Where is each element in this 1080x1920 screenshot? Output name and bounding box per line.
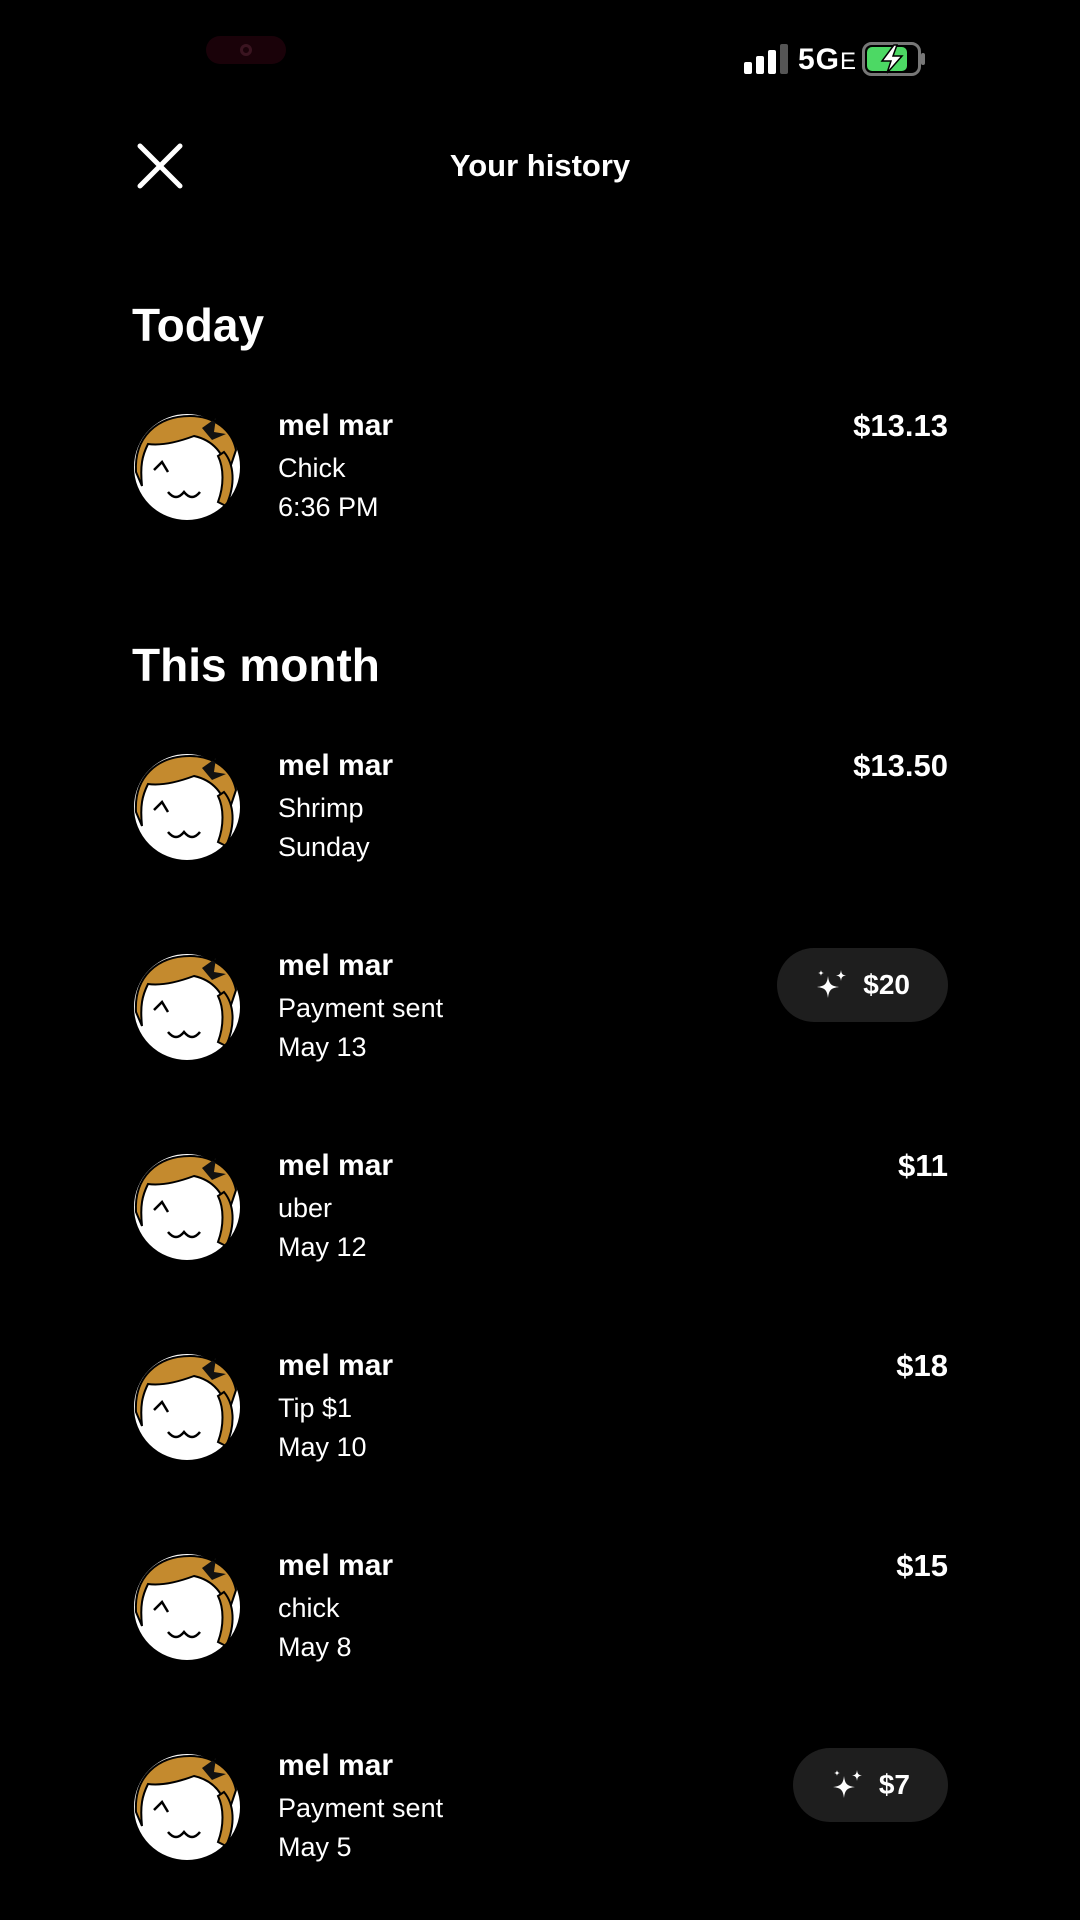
transaction-memo: Chick xyxy=(278,453,346,483)
transaction-date: May 13 xyxy=(278,1032,367,1062)
recipient-name: mel mar xyxy=(278,1349,394,1382)
network-suffix: E xyxy=(840,48,858,75)
avatar xyxy=(132,1352,242,1462)
transaction-row[interactable]: mel mar Shrimp Sunday $13.50 xyxy=(0,746,1080,886)
transaction-amount: $13.50 xyxy=(853,748,948,783)
sparkle-icon xyxy=(832,1770,862,1798)
cellular-signal-icon xyxy=(744,44,788,74)
transaction-row[interactable]: mel mar Payment sent May 5 $7 xyxy=(0,1746,1080,1886)
transaction-row[interactable]: mel mar chick May 8 $15 xyxy=(0,1546,1080,1686)
camera-indicator xyxy=(206,36,286,64)
avatar xyxy=(132,1552,242,1662)
section-heading-today: Today xyxy=(132,299,265,351)
transaction-date: May 10 xyxy=(278,1432,367,1462)
recipient-name: mel mar xyxy=(278,949,394,982)
transaction-amount: $20 xyxy=(863,969,910,1000)
recipient-name: mel mar xyxy=(278,409,394,442)
transaction-date: May 8 xyxy=(278,1632,352,1662)
battery-charging-icon xyxy=(862,42,925,76)
transaction-memo: Tip $1 xyxy=(278,1393,353,1423)
transaction-amount: $18 xyxy=(896,1348,948,1383)
transaction-amount: $15 xyxy=(896,1548,948,1583)
transaction-amount: $7 xyxy=(878,1769,910,1800)
avatar xyxy=(132,952,242,1062)
recipient-name: mel mar xyxy=(278,1149,394,1182)
transaction-row[interactable]: mel mar Chick 6:36 PM $13.13 xyxy=(0,406,1080,546)
status-bar: 5GE xyxy=(0,0,1080,110)
transaction-row[interactable]: mel mar Payment sent May 13 $20 xyxy=(0,946,1080,1086)
transaction-date: 6:36 PM xyxy=(278,492,379,522)
recipient-name: mel mar xyxy=(278,1749,394,1782)
transaction-memo: Payment sent xyxy=(278,1793,444,1823)
camera-dot-icon xyxy=(240,44,252,56)
transaction-row[interactable]: mel mar uber May 12 $11 xyxy=(0,1146,1080,1286)
transaction-date: Sunday xyxy=(278,832,370,862)
boosted-amount-pill[interactable]: $20 xyxy=(777,948,948,1022)
transaction-memo: uber xyxy=(278,1193,333,1223)
recipient-name: mel mar xyxy=(278,749,394,782)
avatar xyxy=(132,752,242,862)
transaction-amount: $11 xyxy=(897,1148,948,1183)
transaction-memo: Shrimp xyxy=(278,793,364,823)
avatar xyxy=(132,412,242,522)
sparkle-icon xyxy=(817,970,847,998)
section-heading-this-month: This month xyxy=(132,639,380,691)
transaction-memo: Payment sent xyxy=(278,993,444,1023)
transaction-row[interactable]: mel mar Tip $1 May 10 $18 xyxy=(0,1346,1080,1486)
transaction-date: May 5 xyxy=(278,1832,352,1862)
transaction-memo: chick xyxy=(278,1593,340,1623)
network-type: 5GE xyxy=(798,40,857,82)
recipient-name: mel mar xyxy=(278,1549,394,1582)
boosted-amount-pill[interactable]: $7 xyxy=(792,1748,948,1822)
avatar xyxy=(132,1752,242,1862)
transaction-amount: $13.13 xyxy=(853,408,948,443)
page-title: Your history xyxy=(449,148,631,183)
network-label: 5G xyxy=(798,43,841,76)
avatar xyxy=(132,1152,242,1262)
transaction-date: May 12 xyxy=(278,1232,367,1262)
